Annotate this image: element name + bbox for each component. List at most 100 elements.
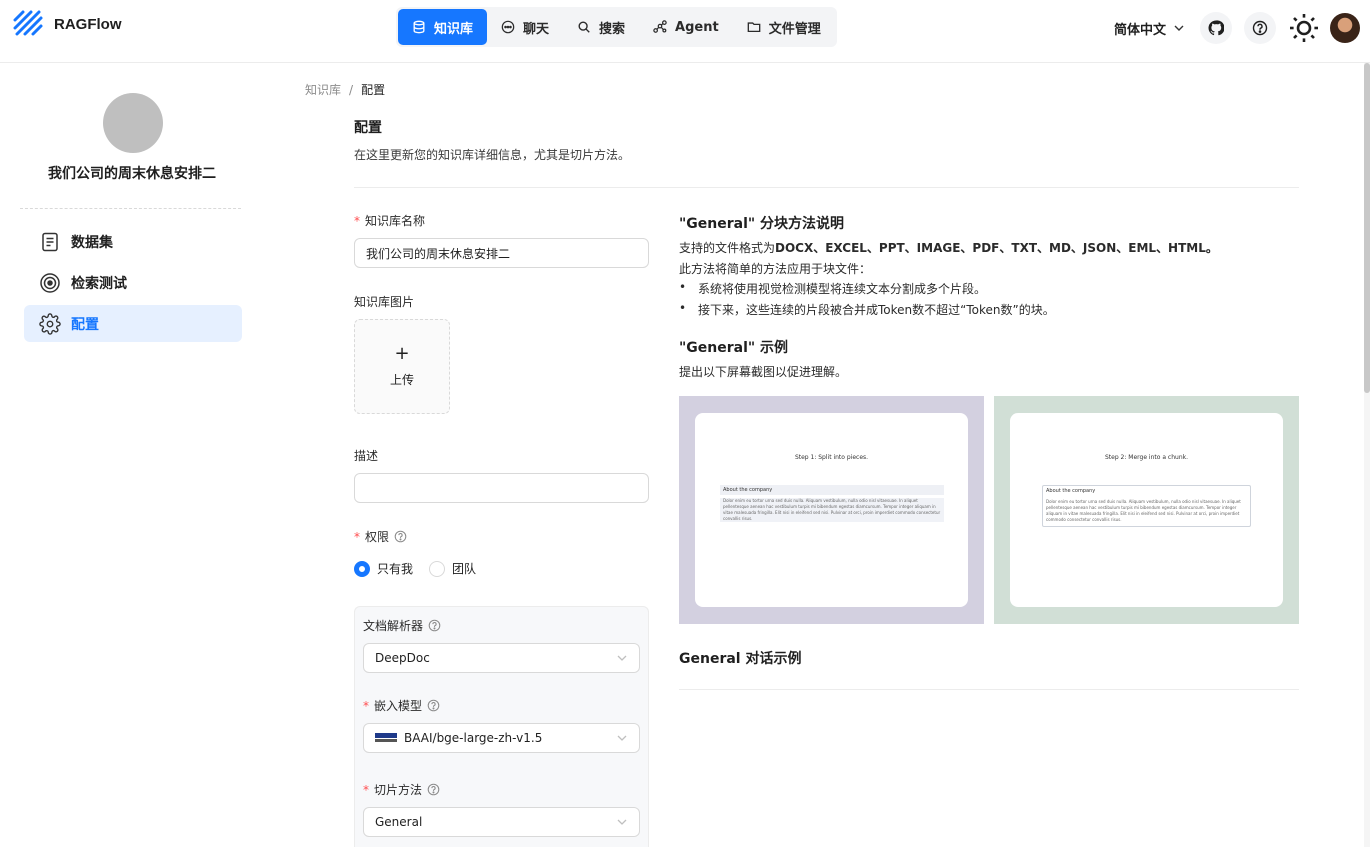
example-image-step1: Step 1: Split into pieces. About the com… [679, 396, 984, 624]
formats-list: DOCX、EXCEL、PPT、IMAGE、PDF、TXT、MD、JSON、EML… [775, 241, 1218, 255]
nav-knowledge-base[interactable]: 知识库 [398, 9, 488, 45]
kb-name-input[interactable]: 我们公司的周末休息安排二 [354, 238, 649, 268]
language-select[interactable]: 简体中文 [1114, 19, 1186, 38]
embedding-model-select[interactable]: BAAI/bge-large-zh-v1.5 [363, 723, 640, 753]
nav-agent[interactable]: Agent [639, 9, 733, 45]
question-circle-icon[interactable] [427, 783, 440, 796]
section-divider [354, 187, 1299, 188]
sidebar-item-label: 检索测试 [71, 275, 127, 292]
permission-label: * 权限 [354, 528, 407, 545]
chunk-method-label-text: 切片方法 [374, 783, 423, 797]
image-upload-button[interactable]: + 上传 [354, 319, 450, 414]
description-input[interactable] [354, 473, 649, 503]
example-box-title: About the company [720, 485, 944, 495]
radio-label: 只有我 [377, 562, 414, 576]
parser-select[interactable]: DeepDoc [363, 643, 640, 673]
chevron-down-icon [617, 819, 627, 825]
chunk-method-select[interactable]: General [363, 807, 640, 837]
parser-value: DeepDoc [375, 651, 430, 665]
agent-icon [653, 20, 667, 33]
embedding-model-option: BAAI/bge-large-zh-v1.5 [375, 731, 542, 745]
example-box-text: Dolor enim eu tortor urna sed duis nulla… [1046, 499, 1241, 522]
sidebar-item-label: 数据集 [71, 234, 113, 251]
radio-dot-checked [354, 560, 370, 577]
database-icon [413, 20, 425, 34]
ragflow-logo-icon [13, 10, 43, 36]
theme-toggle-button[interactable] [1288, 12, 1320, 44]
gear-icon [39, 312, 61, 335]
embedding-model-value: BAAI/bge-large-zh-v1.5 [404, 731, 543, 745]
header-actions: 简体中文 [1114, 12, 1360, 44]
example-step-label: Step 1: Split into pieces. [794, 454, 869, 461]
page-title: 配置 [354, 120, 382, 136]
nav-label: 文件管理 [768, 21, 821, 37]
example-card: Step 1: Split into pieces. About the com… [695, 413, 968, 607]
permission-radio-me[interactable]: 只有我 [354, 560, 413, 577]
sidebar-item-config[interactable]: 配置 [24, 305, 242, 342]
bullet-text: 系统将使用视觉检测模型将连续文本分割成多个片段。 [698, 282, 987, 296]
section-divider [679, 689, 1299, 690]
folder-icon [747, 22, 761, 33]
parser-label: 文档解析器 [363, 617, 441, 634]
radio-label: 团队 [452, 562, 477, 576]
chevron-down-icon [617, 735, 627, 741]
permission-radio-group: 只有我 团队 [354, 560, 492, 577]
nav-chat[interactable]: 聊天 [487, 9, 563, 45]
chevron-down-icon [617, 655, 627, 661]
chunk-method-value: General [375, 815, 423, 829]
supported-formats-line: 支持的文件格式为DOCX、EXCEL、PPT、IMAGE、PDF、TXT、MD、… [679, 239, 1218, 256]
document-icon [42, 232, 58, 251]
formats-prefix: 支持的文件格式为 [679, 241, 776, 255]
kb-name-label-text: 知识库名称 [365, 214, 426, 228]
nav-label: 知识库 [434, 21, 474, 37]
help-button[interactable] [1244, 12, 1276, 44]
radio-dot [429, 560, 446, 577]
baai-logo-icon [375, 733, 397, 742]
github-button[interactable] [1200, 12, 1232, 44]
question-circle-icon[interactable] [427, 699, 440, 712]
question-circle-icon [1252, 20, 1268, 36]
method-bullet: 接下来，这些连续的片段被合并成Token数不超过“Token数”的块。 [679, 301, 1055, 318]
scrollbar-thumb[interactable] [1364, 63, 1370, 393]
sidebar-item-dataset[interactable]: 数据集 [24, 223, 242, 260]
description-label: 描述 [354, 449, 379, 463]
nav-label: 聊天 [523, 21, 550, 37]
example-description: 提出以下屏幕截图以促进理解。 [679, 365, 848, 379]
sidebar-divider [20, 208, 241, 209]
bullet-text: 接下来，这些连续的片段被合并成Token数不超过“Token数”的块。 [698, 303, 1055, 317]
target-icon [40, 272, 60, 293]
example-text-box: About the company Dolor enim eu tortor u… [1042, 485, 1251, 527]
example-card: Step 2: Merge into a chunk. About the co… [1010, 413, 1283, 607]
example-step-label: Step 2: Merge into a chunk. [1104, 454, 1189, 461]
example-text-box: About the company Dolor enim eu tortor u… [720, 485, 944, 522]
brand-name: RAGFlow [54, 15, 122, 33]
question-circle-icon[interactable] [428, 619, 441, 632]
nav-search[interactable]: 搜索 [563, 9, 639, 45]
chunk-method-info-title: "General" 分块方法说明 [679, 216, 845, 232]
page-scrollbar[interactable] [1364, 63, 1370, 847]
upload-label: 上传 [389, 373, 414, 387]
permission-radio-team[interactable]: 团队 [429, 560, 476, 577]
method-line: 此方法将简单的方法应用于块文件： [679, 262, 872, 276]
nav-file-management[interactable]: 文件管理 [733, 9, 835, 45]
brand-logo[interactable]: RAGFlow [13, 10, 122, 38]
breadcrumb-separator: / [349, 83, 354, 97]
required-mark: * [363, 782, 369, 797]
parser-settings-panel: 文档解析器 DeepDoc * 嵌入模型 BAAI/bge-large-zh-v1… [354, 606, 649, 847]
page-description: 在这里更新您的知识库详细信息，尤其是切片方法。 [354, 148, 631, 162]
kb-name-value: 我们公司的周末休息安排二 [366, 246, 511, 261]
sidebar-item-retrieval-test[interactable]: 检索测试 [24, 264, 242, 301]
embedding-label: * 嵌入模型 [363, 697, 440, 714]
breadcrumb: 知识库 / 配置 [305, 81, 385, 98]
user-avatar[interactable] [1330, 13, 1360, 43]
breadcrumb-root[interactable]: 知识库 [305, 83, 341, 97]
example-image-step2: Step 2: Merge into a chunk. About the co… [994, 396, 1299, 624]
embedding-label-text: 嵌入模型 [374, 699, 423, 713]
kb-image-label: 知识库图片 [354, 295, 415, 309]
github-icon [1208, 20, 1224, 36]
kb-name-label: * 知识库名称 [354, 212, 425, 229]
permission-label-text: 权限 [365, 530, 390, 544]
parser-label-text: 文档解析器 [363, 619, 424, 633]
question-circle-icon[interactable] [394, 530, 407, 543]
example-box-title: About the company [1046, 488, 1096, 494]
